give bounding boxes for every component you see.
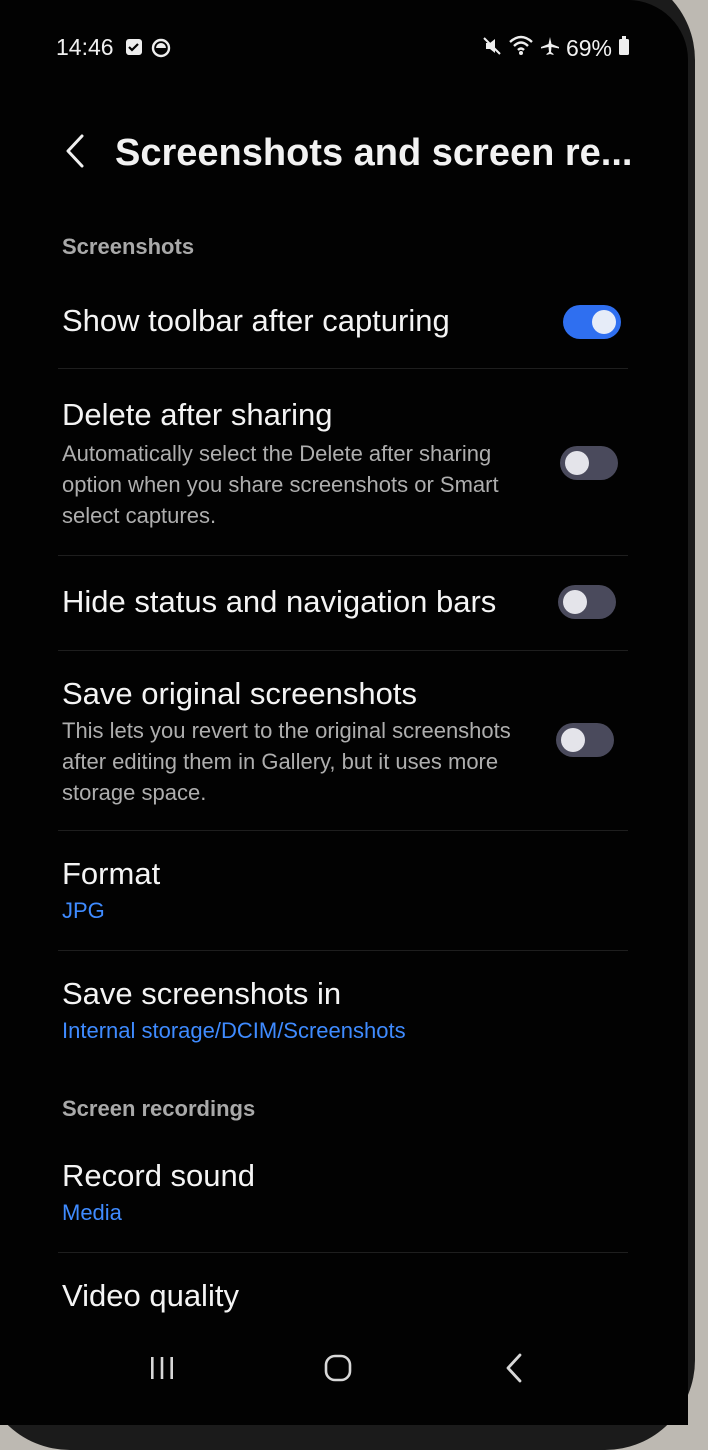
setting-save-location[interactable]: Save screenshots in Internal storage/DCI… — [40, 960, 640, 1060]
chevron-left-icon — [64, 133, 86, 174]
recent-apps-button[interactable] — [132, 1350, 192, 1390]
toggle-knob — [561, 728, 585, 752]
airplane-icon — [540, 35, 560, 62]
setting-value: JPG — [62, 898, 105, 923]
settings-screen: 14:46 69% Screenshots and screen re... S… — [0, 0, 688, 1425]
nav-back-button[interactable] — [484, 1350, 544, 1390]
page-title: Screenshots and screen re... — [115, 132, 633, 174]
setting-title: Record sound — [62, 1158, 256, 1193]
section-header-screen-recordings: Screen recordings — [62, 1096, 256, 1121]
status-bar: 14:46 69% — [0, 30, 688, 66]
divider — [58, 1252, 628, 1253]
app-status-icon — [151, 38, 171, 63]
home-button[interactable] — [308, 1350, 368, 1390]
setting-format[interactable]: Format JPG — [40, 840, 640, 948]
delete-after-sharing-toggle[interactable] — [560, 446, 618, 480]
setting-hide-bars[interactable]: Hide status and navigation bars — [40, 560, 640, 646]
divider — [58, 555, 628, 556]
setting-title: Format — [62, 856, 161, 891]
divider — [58, 950, 628, 951]
app-bar: Screenshots and screen re... — [0, 120, 688, 190]
wifi-icon — [508, 34, 534, 62]
setting-value: Media — [62, 1200, 122, 1225]
setting-title: Save original screenshots — [62, 676, 417, 711]
back-button[interactable] — [52, 128, 98, 178]
battery-percent: 69% — [565, 34, 612, 61]
setting-description: This lets you revert to the original scr… — [62, 718, 511, 805]
setting-video-quality[interactable]: Video quality — [40, 1262, 640, 1330]
divider — [58, 650, 628, 651]
setting-delete-after-sharing[interactable]: Delete after sharing Automatically selec… — [40, 380, 640, 550]
toggle-knob — [563, 590, 587, 614]
recent-apps-icon — [148, 1356, 176, 1385]
setting-title: Video quality — [62, 1278, 239, 1313]
toggle-knob — [565, 451, 589, 475]
setting-title: Delete after sharing — [62, 397, 333, 432]
show-toolbar-toggle[interactable] — [563, 305, 621, 339]
status-right-group: 69% — [482, 34, 630, 62]
home-icon — [324, 1354, 352, 1387]
battery-icon — [618, 35, 630, 62]
setting-record-sound[interactable]: Record sound Media — [40, 1142, 640, 1250]
setting-save-original[interactable]: Save original screenshots This lets you … — [40, 658, 640, 826]
calendar-check-icon — [125, 38, 143, 61]
divider — [58, 368, 628, 369]
setting-title: Hide status and navigation bars — [62, 584, 497, 619]
toggle-knob — [592, 310, 616, 334]
setting-value: Internal storage/DCIM/Screenshots — [62, 1018, 406, 1043]
setting-show-toolbar[interactable]: Show toolbar after capturing — [40, 282, 640, 368]
setting-description: Automatically select the Delete after sh… — [62, 441, 499, 528]
section-header-screenshots: Screenshots — [62, 234, 195, 259]
divider — [58, 830, 628, 831]
status-time: 14:46 — [56, 34, 114, 60]
navigation-bar — [0, 1330, 688, 1425]
setting-title: Show toolbar after capturing — [62, 303, 450, 338]
back-icon — [504, 1353, 524, 1388]
hide-bars-toggle[interactable] — [558, 585, 616, 619]
mute-icon — [482, 35, 502, 62]
save-original-toggle[interactable] — [556, 723, 614, 757]
setting-title: Save screenshots in — [62, 976, 342, 1011]
